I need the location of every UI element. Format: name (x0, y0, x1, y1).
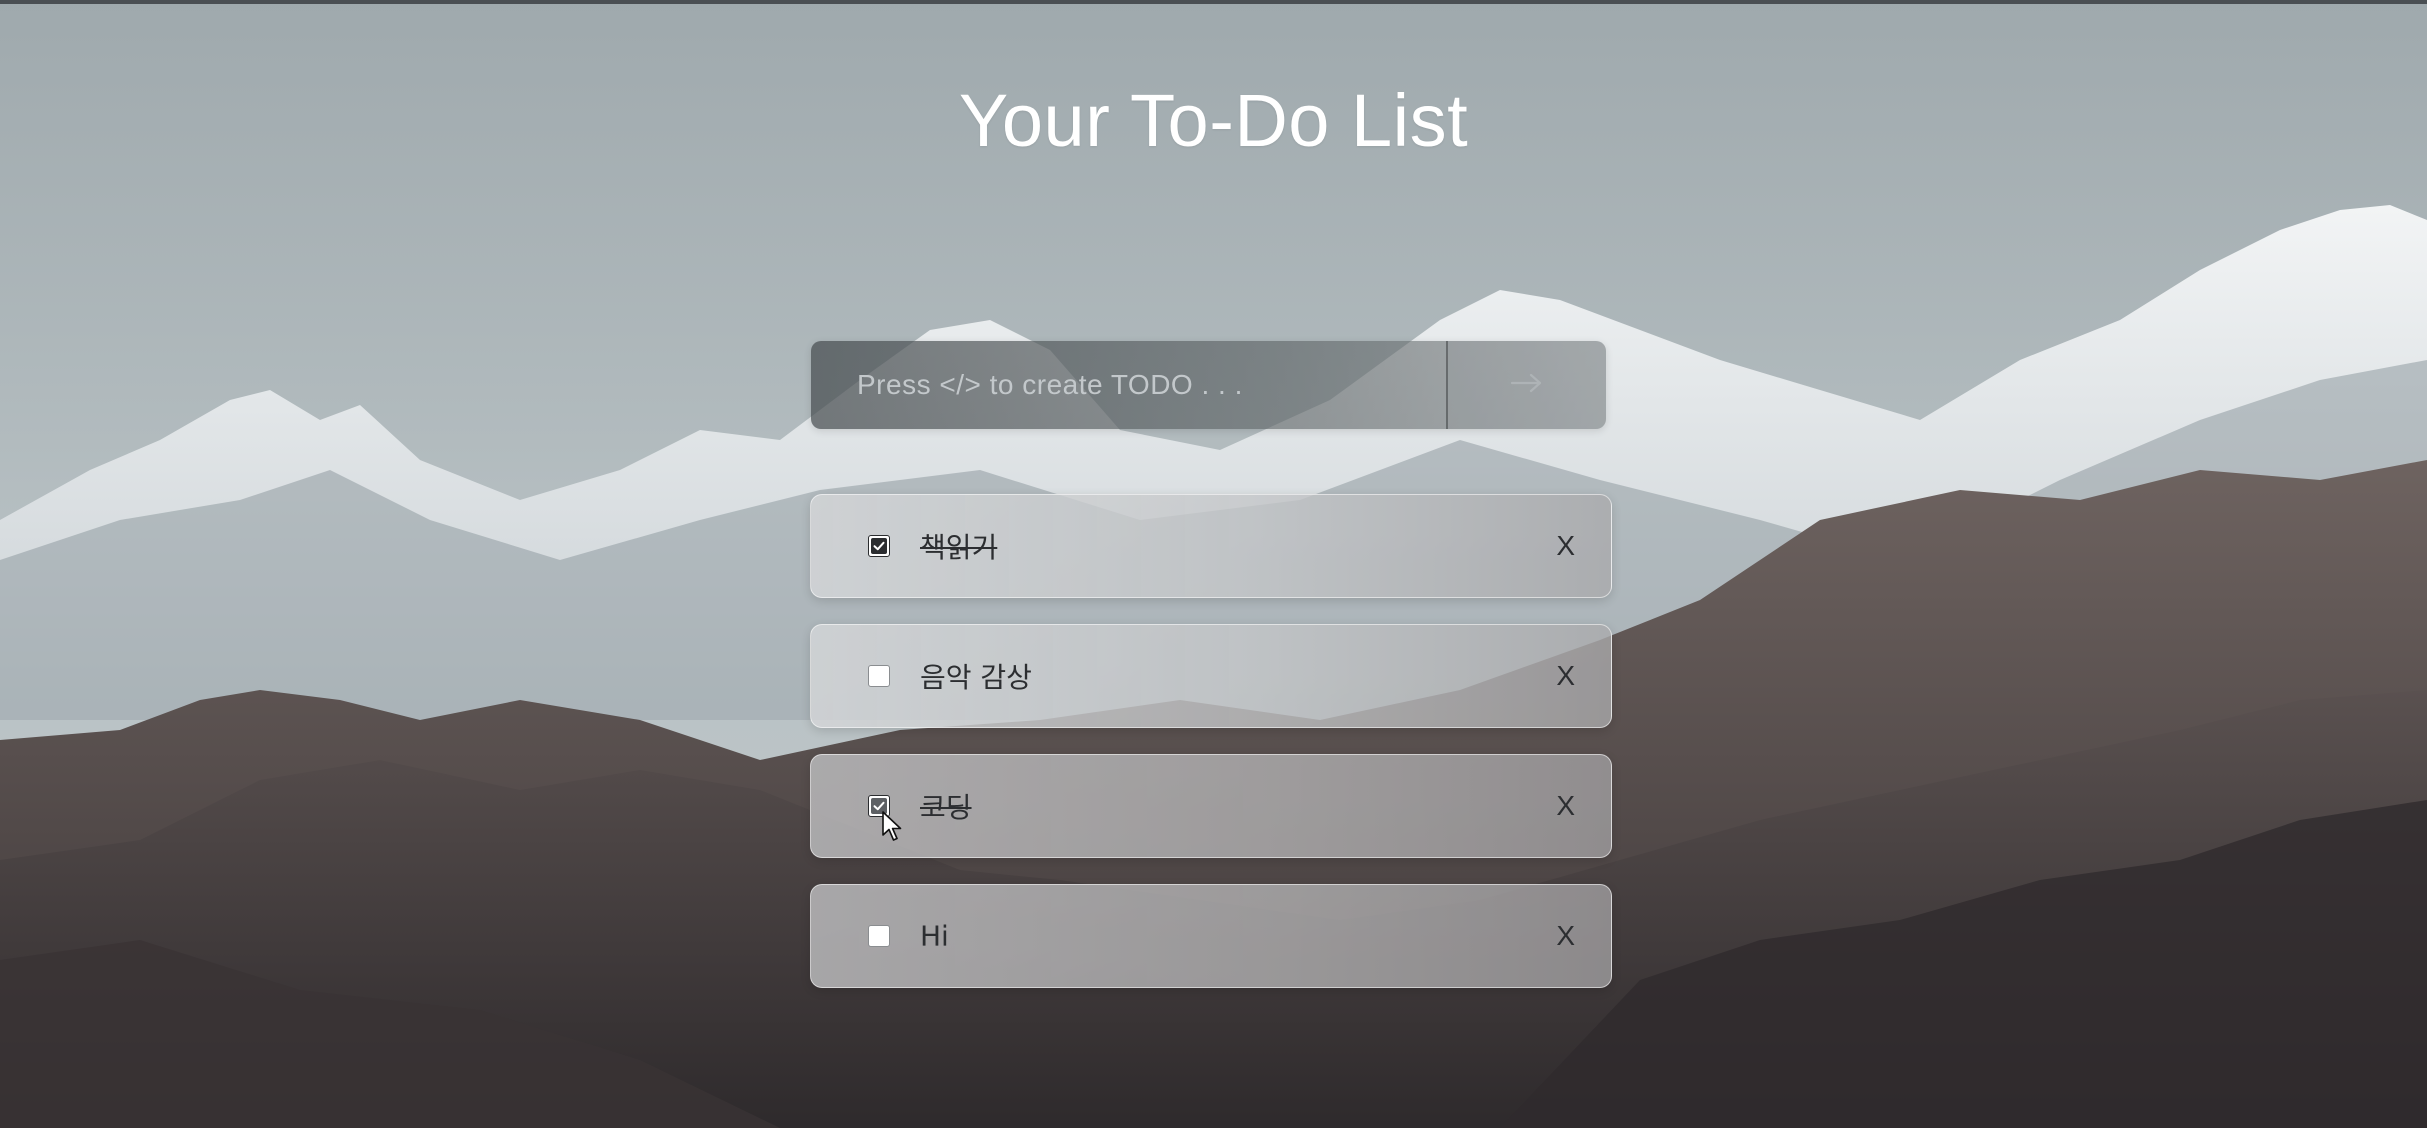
todo-list: 책읽기 X 음악 감상 X 코딩 X Hi X (810, 494, 1612, 1014)
window-top-border (0, 0, 2427, 4)
todo-input-bar (811, 341, 1606, 429)
todo-label: 코딩 (920, 791, 972, 824)
todo-checkbox[interactable] (868, 665, 890, 687)
todo-item: 책읽기 X (810, 494, 1612, 598)
todo-item: Hi X (810, 884, 1612, 988)
delete-button[interactable]: X (1550, 786, 1581, 826)
todo-label: Hi (920, 919, 949, 953)
submit-button[interactable] (1448, 341, 1606, 429)
todo-item: 코딩 X (810, 754, 1612, 858)
checkmark-icon (871, 538, 887, 554)
delete-button[interactable]: X (1550, 916, 1581, 956)
todo-checkbox[interactable] (868, 535, 890, 557)
delete-button[interactable]: X (1550, 656, 1581, 696)
todo-label: 책읽기 (920, 531, 998, 564)
delete-button[interactable]: X (1550, 526, 1581, 566)
todo-checkbox[interactable] (868, 925, 890, 947)
todo-input[interactable] (811, 341, 1446, 429)
page-title: Your To-Do List (958, 79, 1469, 162)
mouse-cursor-icon (882, 811, 902, 841)
todo-item: 음악 감상 X (810, 624, 1612, 728)
todo-label: 음악 감상 (920, 661, 1032, 694)
arrow-right-icon (1510, 372, 1544, 399)
